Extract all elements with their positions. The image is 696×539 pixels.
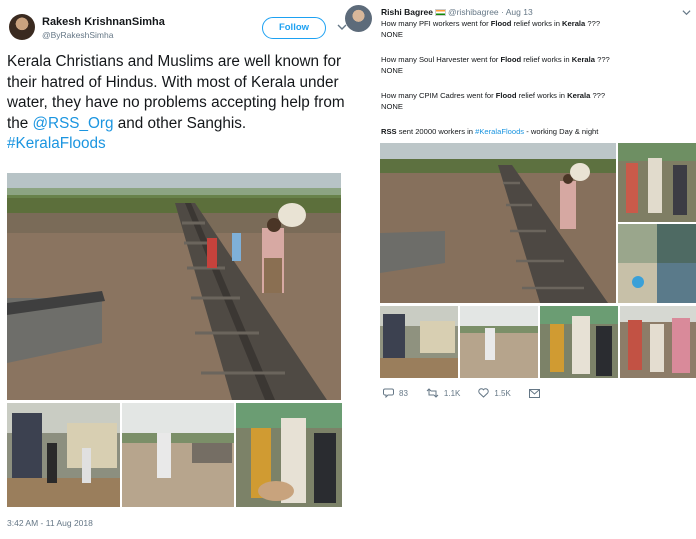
text: sent 20000 workers in [396, 127, 476, 136]
tweet-timestamp[interactable]: 3:42 AM - 11 Aug 2018 [7, 518, 93, 528]
reply-count: 83 [399, 388, 408, 398]
retweet-count: 1.1K [443, 388, 461, 398]
retweet-icon [426, 388, 439, 398]
text: ??? [594, 55, 610, 64]
tweet-photo[interactable] [380, 306, 458, 378]
text-bold: Kerala [562, 19, 586, 28]
direct-message-button[interactable] [528, 388, 545, 398]
tweet-photo-main[interactable] [380, 143, 616, 303]
avatar[interactable] [9, 14, 35, 40]
follow-button[interactable]: Follow [262, 17, 326, 39]
question-line: How many CPIM Cadres went for Flood reli… [381, 90, 605, 101]
text: ??? [590, 91, 606, 100]
text: relief works in [521, 55, 572, 64]
tweet-photo[interactable] [236, 403, 342, 507]
hashtag-link[interactable]: #KeralaFloods [475, 127, 524, 136]
left-tweet: Rakesh KrishnanSimha @ByRakeshSimha Foll… [0, 0, 358, 539]
author-name[interactable]: Rishi Bagree [381, 7, 433, 17]
tweet-photo[interactable] [122, 403, 234, 507]
text: ??? [585, 19, 601, 28]
hashtag-link[interactable]: #KeralaFloods [7, 135, 106, 152]
answer-line: NONE [381, 102, 403, 111]
tweet-date[interactable]: · Aug 13 [501, 7, 533, 17]
tweet-text-part: and other Sanghis. [113, 114, 247, 132]
question-line: How many Soul Harvester went for Flood r… [381, 54, 610, 65]
tweet-header: Rishi Bagree @rishibagree · Aug 13 [381, 7, 533, 17]
reply-icon [383, 388, 394, 398]
tweet-photo[interactable] [7, 403, 120, 507]
mail-icon [528, 388, 540, 398]
mention-link[interactable]: @RSS_Org [33, 115, 114, 132]
tweet-actions: 83 1.1K 1.5K [383, 386, 563, 400]
heart-icon [478, 388, 490, 398]
tweet-text: Kerala Christians and Muslims are well k… [7, 52, 352, 155]
india-flag-icon [434, 9, 446, 16]
question-line: How many PFI workers went for Flood reli… [381, 18, 600, 29]
author-handle[interactable]: @ByRakeshSimha [42, 30, 113, 40]
like-count: 1.5K [494, 388, 511, 398]
author-name[interactable]: Rakesh KrishnanSimha [42, 16, 165, 28]
text-bold: Kerala [567, 91, 591, 100]
tweet-photo[interactable] [618, 143, 696, 222]
answer-line: NONE [381, 30, 403, 39]
text-bold: Flood [490, 19, 512, 28]
author-handle[interactable]: @rishibagree [448, 7, 499, 17]
text: - working Day & night [524, 127, 599, 136]
text: How many CPIM Cadres went for [381, 91, 496, 100]
text: How many Soul Harvester went for [381, 55, 501, 64]
text: relief works in [511, 19, 563, 28]
tweet-photo-main[interactable] [7, 173, 341, 400]
text-bold: Kerala [571, 55, 595, 64]
tweet-photo[interactable] [540, 306, 618, 378]
reply-button[interactable]: 83 [383, 388, 408, 398]
text-bold: Flood [495, 91, 517, 100]
answer-line: NONE [381, 66, 403, 75]
avatar[interactable] [345, 5, 372, 32]
text-bold: RSS [381, 127, 397, 136]
text: relief works in [516, 91, 568, 100]
text-bold: Flood [500, 55, 522, 64]
tweet-photo[interactable] [618, 224, 696, 303]
chevron-down-icon[interactable] [682, 8, 691, 17]
like-button[interactable]: 1.5K [478, 388, 511, 398]
tweet-photo[interactable] [620, 306, 696, 378]
retweet-button[interactable]: 1.1K [426, 388, 460, 398]
text: How many PFI workers went for [381, 19, 491, 28]
tweet-photo[interactable] [460, 306, 538, 378]
rss-line: RSS sent 20000 workers in #KeralaFloods … [381, 126, 598, 137]
